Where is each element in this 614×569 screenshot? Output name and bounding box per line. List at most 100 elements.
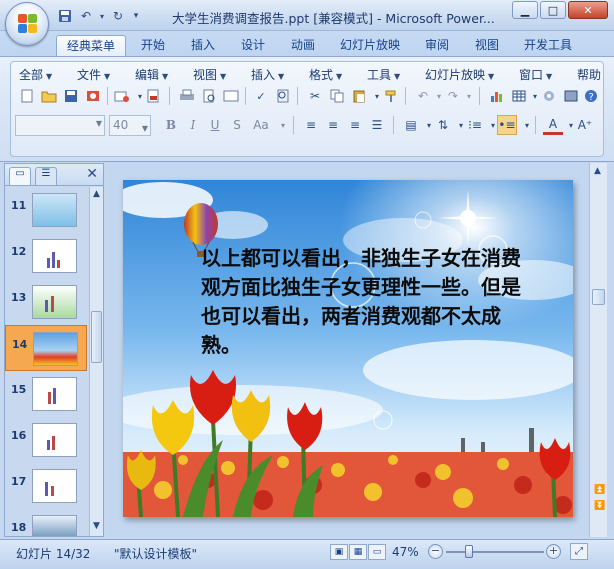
slideshow-view-icon[interactable]: ▭ xyxy=(368,544,386,560)
numbering-icon[interactable]: ⁝≡ xyxy=(465,115,485,135)
permission-icon[interactable] xyxy=(83,86,103,106)
template-name[interactable]: "默认设计模板" xyxy=(114,545,197,562)
tab-design[interactable]: 设计 xyxy=(232,35,274,56)
menu-file[interactable]: 文件 ▼ xyxy=(77,66,110,83)
customize-qat-icon[interactable]: ▾ xyxy=(130,7,142,25)
text-columns-icon[interactable]: ▤ xyxy=(401,115,421,135)
bold-icon[interactable]: B xyxy=(161,115,181,135)
align-right-icon[interactable]: ≡ xyxy=(345,115,365,135)
research-icon[interactable] xyxy=(273,86,293,106)
menu-help[interactable]: 帮助 xyxy=(577,66,601,83)
zoom-percentage[interactable]: 47% xyxy=(392,545,419,559)
scrollbar-thumb[interactable] xyxy=(91,311,102,363)
zoom-in-icon[interactable]: + xyxy=(546,544,561,559)
underline-icon[interactable]: U xyxy=(205,115,225,135)
slide-thumbnail[interactable]: 11 xyxy=(5,187,87,233)
menu-edit[interactable]: 编辑 ▼ xyxy=(135,66,168,83)
format-painter-icon[interactable] xyxy=(381,86,401,106)
justify-icon[interactable]: ☰ xyxy=(367,115,387,135)
tab-developer[interactable]: 开发工具 xyxy=(516,35,580,56)
insert-chart-icon[interactable] xyxy=(487,86,507,106)
font-size-value: 40 xyxy=(113,118,129,132)
grayscale-icon[interactable] xyxy=(561,86,581,106)
slide-body-text[interactable]: 以上都可以看出，非独生子女在消费观方面比独生子女更理性一些。但是也可以看出，两者… xyxy=(201,244,521,360)
tab-home[interactable]: 开始 xyxy=(132,35,174,56)
menu-format[interactable]: 格式 ▼ xyxy=(309,66,342,83)
scroll-up-icon[interactable]: ▲ xyxy=(594,166,601,176)
tab-insert[interactable]: 插入 xyxy=(182,35,224,56)
slide-thumbnail[interactable]: 18 xyxy=(5,509,87,536)
slide-thumbnail[interactable]: 12 xyxy=(5,233,87,279)
undo-icon[interactable]: ↶ xyxy=(77,7,95,25)
slides-tab-icon[interactable]: ▭ xyxy=(9,167,31,185)
text-direction-icon[interactable]: ⇅ xyxy=(433,115,453,135)
align-left-icon[interactable]: ≡ xyxy=(301,115,321,135)
scroll-down-icon[interactable]: ▼ xyxy=(93,521,100,531)
shadow-icon[interactable]: S xyxy=(227,115,247,135)
outline-tab-icon[interactable]: ☰ xyxy=(35,167,57,185)
bullets-dropdown-icon[interactable]: ▾ xyxy=(517,115,537,135)
menu-window[interactable]: 窗口 ▼ xyxy=(519,66,552,83)
slide-thumbnail[interactable]: 15 xyxy=(5,371,87,417)
print-preview-icon[interactable] xyxy=(199,86,219,106)
save-icon[interactable] xyxy=(61,86,81,106)
thumbnail-scrollbar[interactable]: ▲ ▼ xyxy=(89,187,103,536)
grow-font-icon[interactable]: A⁺ xyxy=(575,115,595,135)
copy-icon[interactable] xyxy=(327,86,347,106)
normal-view-icon[interactable]: ▣ xyxy=(330,544,348,560)
zoom-slider[interactable] xyxy=(446,545,544,558)
cut-icon[interactable]: ✂ xyxy=(305,86,325,106)
tab-classic-menu[interactable]: 经典菜单 xyxy=(56,35,126,56)
case-dropdown-icon[interactable]: ▾ xyxy=(273,115,293,135)
tab-view[interactable]: 视图 xyxy=(466,35,508,56)
slide-sorter-icon[interactable]: ▦ xyxy=(349,544,367,560)
paste-icon[interactable] xyxy=(349,86,369,106)
previous-slide-icon[interactable]: ⏫ xyxy=(594,485,605,495)
maximize-icon[interactable]: □ xyxy=(540,1,566,19)
tab-animation[interactable]: 动画 xyxy=(282,35,324,56)
menu-slideshow[interactable]: 幻灯片放映 ▼ xyxy=(425,66,494,83)
scroll-up-icon[interactable]: ▲ xyxy=(93,189,100,199)
current-slide[interactable]: 以上都可以看出，非独生子女在消费观方面比独生子女更理性一些。但是也可以看出，两者… xyxy=(123,180,573,517)
font-color-icon[interactable]: A xyxy=(543,115,563,135)
send-mail-icon[interactable] xyxy=(112,86,132,106)
align-center-icon[interactable]: ≡ xyxy=(323,115,343,135)
bullets-icon[interactable]: •≡ xyxy=(497,115,517,135)
minimize-icon[interactable]: ▁ xyxy=(512,1,538,19)
undo-dropdown-icon[interactable]: ▾ xyxy=(98,7,106,25)
menu-insert[interactable]: 插入 ▼ xyxy=(251,66,284,83)
slide-scrollbar[interactable]: ▲ ⏫ ⏬ xyxy=(589,163,607,537)
font-name-box[interactable]: ▼ xyxy=(15,115,105,136)
pdf-icon[interactable] xyxy=(143,86,163,106)
slide-thumbnail[interactable]: 17 xyxy=(5,463,87,509)
spelling-icon[interactable]: ✓ xyxy=(251,86,271,106)
zoom-slider-knob[interactable] xyxy=(465,545,473,558)
tab-review[interactable]: 审阅 xyxy=(416,35,458,56)
italic-icon[interactable]: I xyxy=(183,115,203,135)
office-button[interactable] xyxy=(5,2,49,46)
save-icon[interactable] xyxy=(56,7,74,25)
slide-view-icon[interactable] xyxy=(221,86,241,106)
open-folder-icon[interactable] xyxy=(39,86,59,106)
help-icon[interactable]: ? xyxy=(581,86,601,106)
zoom-out-icon[interactable]: − xyxy=(428,544,443,559)
scrollbar-thumb[interactable] xyxy=(592,289,605,305)
redo-icon[interactable]: ↻ xyxy=(109,7,127,25)
fit-to-window-icon[interactable]: ⤢ xyxy=(570,543,588,560)
menu-tools[interactable]: 工具 ▼ xyxy=(367,66,400,83)
close-icon[interactable]: ✕ xyxy=(86,166,98,182)
print-icon[interactable] xyxy=(177,86,197,106)
menu-view[interactable]: 视图 ▼ xyxy=(193,66,226,83)
clip-art-icon[interactable] xyxy=(539,86,559,106)
close-icon[interactable]: ✕ xyxy=(568,1,608,19)
slide-thumbnail[interactable]: 13 xyxy=(5,279,87,325)
menu-all[interactable]: 全部 ▼ xyxy=(19,66,52,83)
slide-thumbnail[interactable]: 16 xyxy=(5,417,87,463)
next-slide-icon[interactable]: ⏬ xyxy=(594,501,605,511)
font-size-box[interactable]: 40 ▼ xyxy=(109,115,151,136)
redo-dropdown-icon[interactable]: ▾ xyxy=(459,86,479,106)
slide-thumbnail-selected[interactable]: 14 xyxy=(5,325,87,371)
tab-slideshow[interactable]: 幻灯片放映 xyxy=(334,35,406,56)
new-document-icon[interactable] xyxy=(17,86,37,106)
change-case-icon[interactable]: Aa xyxy=(249,115,273,135)
